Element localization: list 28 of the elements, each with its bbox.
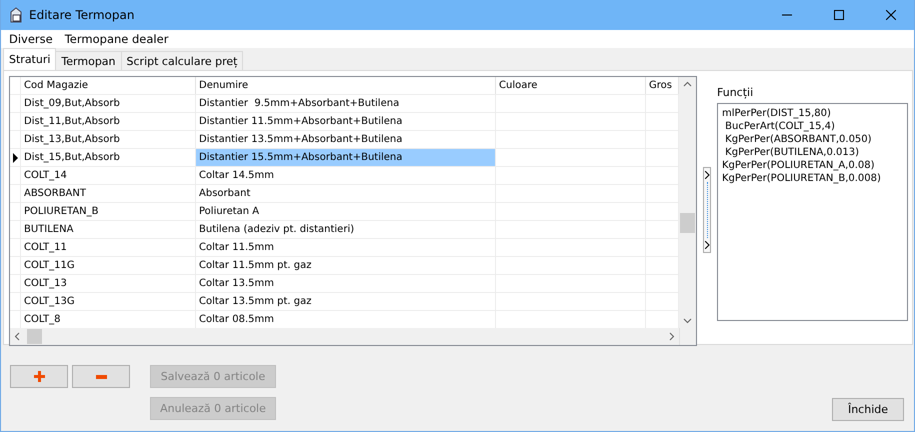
tab[interactable]: Script calculare preț <box>120 51 244 70</box>
tab[interactable]: Termopan <box>55 51 122 70</box>
close-icon[interactable] <box>886 10 896 20</box>
splitter-handle[interactable] <box>703 167 711 253</box>
plus-icon <box>34 371 44 382</box>
minus-icon <box>96 374 106 378</box>
functions-field[interactable]: mlPerPer(DIST_15,80) BucPerArt(COLT_15,4) KgPerPer(ABSORBANT,0.050) KgPerPer(BUTILENA,0.013) KgPerPer(POLIURETAN_A,0.08) KgPerPer(POLIURETAN_B,0.008) <box>717 103 908 321</box>
scroll-up-icon[interactable] <box>683 81 692 87</box>
tab[interactable]: Straturi <box>3 48 56 70</box>
action-button[interactable]: Închide <box>832 398 904 421</box>
menu-item[interactable]: Diverse <box>3 32 59 46</box>
maximize-icon[interactable] <box>834 10 844 20</box>
scroll-left-icon[interactable] <box>14 332 20 341</box>
minimize-icon[interactable] <box>782 14 792 16</box>
add-button[interactable] <box>10 365 68 388</box>
scroll-down-icon[interactable] <box>683 318 692 324</box>
current-row-icon <box>12 152 18 162</box>
app-icon <box>9 7 23 23</box>
scrollbar-thumb[interactable] <box>27 329 42 344</box>
table-cell: Absorbant <box>196 185 496 202</box>
functions-label: Funcții <box>717 86 754 99</box>
table-cell: ABSORBANT <box>21 185 196 202</box>
remove-button[interactable] <box>72 365 130 388</box>
scrollbar-thumb[interactable] <box>680 213 695 233</box>
window-title: Editare Termopan <box>29 8 136 22</box>
menu-item[interactable]: Termopane dealer <box>58 32 174 46</box>
scroll-right-icon[interactable] <box>669 332 675 341</box>
table-cell: Distantier 15.5mm+Absorbant+Butilena <box>196 149 496 166</box>
